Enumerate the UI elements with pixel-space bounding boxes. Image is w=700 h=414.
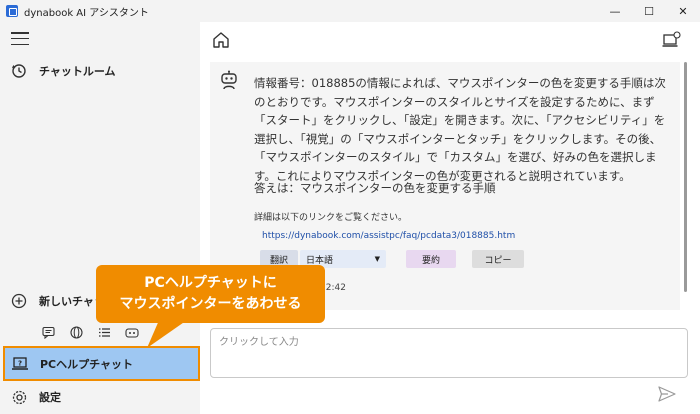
close-button[interactable]: ✕ xyxy=(666,0,700,22)
copy-button[interactable]: コピー xyxy=(472,250,524,268)
detail-intro: 詳細は以下のリンクをご覧ください。 xyxy=(254,213,408,223)
language-value: 日本語 xyxy=(306,255,334,266)
gear-icon xyxy=(9,387,29,407)
assistant-message: 情報番号：018885の情報によれば、マウスポインターの色を変更する手順は次のと… xyxy=(254,76,666,183)
faq-link[interactable]: https://dynabook.com/assistpc/faq/pcdata… xyxy=(262,231,515,241)
quick-icons xyxy=(40,324,140,340)
title-bar: dynabook AI アシスタント — ☐ ✕ xyxy=(0,0,700,22)
main-panel: 情報番号：018885の情報によれば、マウスポインターの色を変更する手順は次のと… xyxy=(200,22,700,414)
list-icon[interactable] xyxy=(96,324,112,340)
summarize-button[interactable]: 要約 xyxy=(406,250,456,268)
sidebar: チャットルーム 新しいチャット ? PCヘルプチャット 設定 xyxy=(0,22,200,414)
callout-line-1: PCヘルプチャットに xyxy=(144,275,277,291)
bot-icon[interactable] xyxy=(124,324,140,340)
sidebar-item-settings[interactable]: 設定 xyxy=(0,380,200,414)
home-icon[interactable] xyxy=(212,31,230,53)
window-title: dynabook AI アシスタント xyxy=(24,7,149,19)
answer-text: 答えは：マウスポインターの色を変更する手順 xyxy=(254,181,496,195)
chevron-down-icon: ▼ xyxy=(374,255,380,263)
send-icon[interactable] xyxy=(658,386,676,406)
app-logo-icon xyxy=(6,5,18,17)
menu-icon[interactable] xyxy=(11,32,29,46)
assistant-avatar-icon xyxy=(220,70,238,94)
history-icon xyxy=(9,61,29,81)
sidebar-item-pc-help-chat[interactable]: ? PCヘルプチャット xyxy=(3,346,200,381)
sidebar-item-label: チャットルーム xyxy=(39,65,116,78)
globe-icon[interactable] xyxy=(68,324,84,340)
sidebar-item-label: PCヘルプチャット xyxy=(40,357,134,371)
svg-text:?: ? xyxy=(18,359,22,367)
sidebar-item-label: 設定 xyxy=(39,391,61,404)
chat-scrollbar[interactable] xyxy=(684,62,687,292)
minimize-button[interactable]: — xyxy=(598,0,632,22)
maximize-button[interactable]: ☐ xyxy=(632,0,666,22)
chat-input-box[interactable] xyxy=(210,328,688,378)
pc-settings-icon[interactable] xyxy=(662,31,682,53)
chat-bubble-icon[interactable] xyxy=(40,324,56,340)
add-icon xyxy=(9,291,29,311)
laptop-help-icon: ? xyxy=(10,354,30,374)
sidebar-item-chat-room[interactable]: チャットルーム xyxy=(0,54,200,88)
callout-line-2: マウスポインターをあわせる xyxy=(119,296,302,312)
chat-input[interactable] xyxy=(211,329,687,356)
instruction-callout: PCヘルプチャットに マウスポインターをあわせる xyxy=(96,265,325,323)
